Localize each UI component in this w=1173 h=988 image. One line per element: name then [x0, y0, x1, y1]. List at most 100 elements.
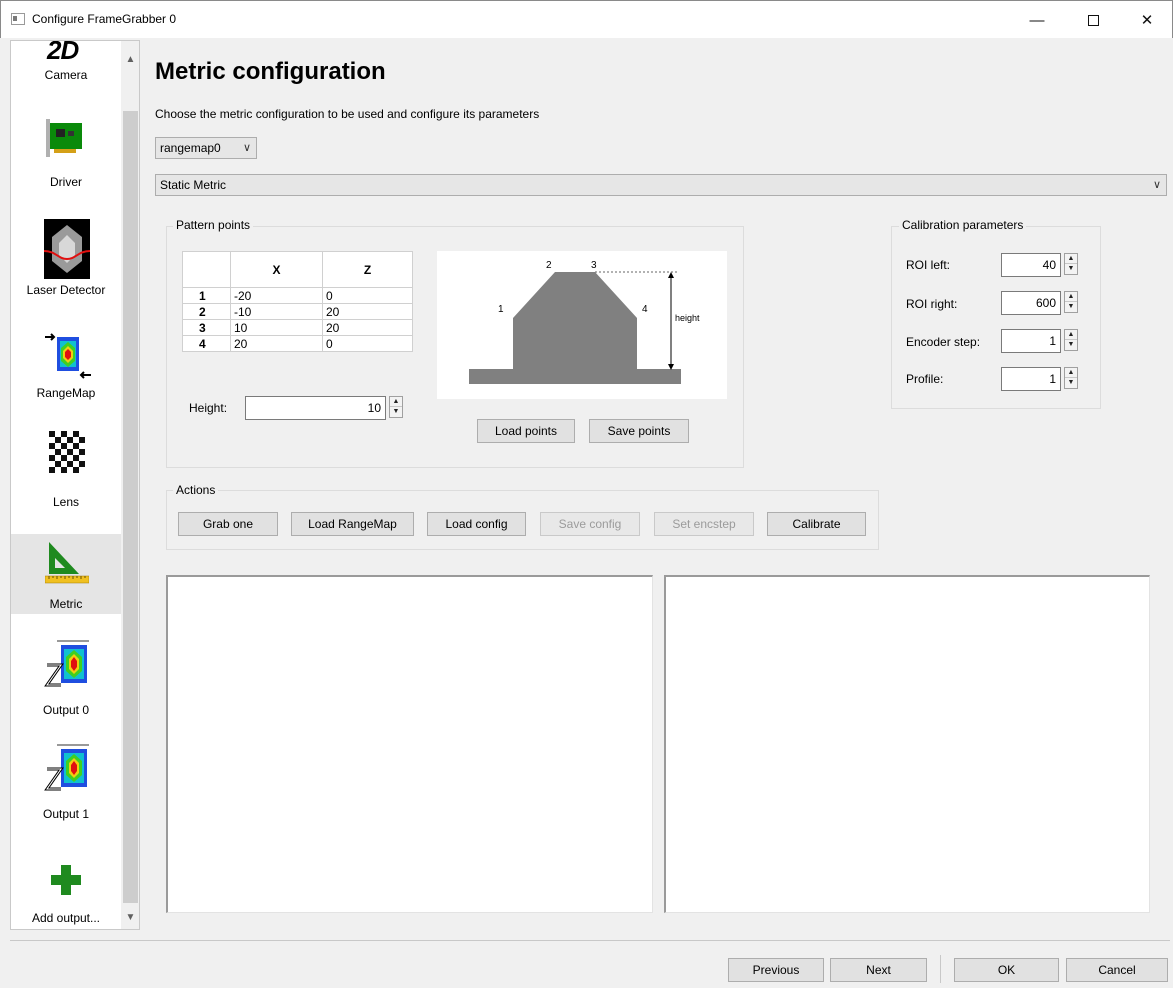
- cell-x[interactable]: 20: [230, 335, 323, 352]
- source-select[interactable]: rangemap0 ∨: [155, 137, 257, 159]
- row-header: 3: [182, 319, 231, 336]
- roi-left-label: ROI left:: [906, 258, 951, 272]
- cell-z[interactable]: 20: [322, 303, 413, 320]
- sidebar-item-label: Output 0: [42, 703, 90, 717]
- roi-right-spinner[interactable]: ▲ ▼: [1064, 291, 1078, 313]
- spin-up-icon[interactable]: ▲: [1065, 330, 1077, 340]
- calibrate-button[interactable]: Calibrate: [767, 512, 866, 536]
- maximize-button[interactable]: [1070, 1, 1116, 39]
- spin-up-icon[interactable]: ▲: [1065, 292, 1077, 302]
- sidebar-item-label: Camera: [44, 68, 88, 82]
- scroll-down-icon[interactable]: ▼: [121, 909, 139, 927]
- cell-z[interactable]: 0: [322, 335, 413, 352]
- chevron-down-icon: ∨: [1152, 179, 1161, 191]
- next-button[interactable]: Next: [830, 958, 927, 982]
- scroll-up-icon[interactable]: ▲: [121, 51, 139, 69]
- cell-z[interactable]: 20: [322, 319, 413, 336]
- minimize-button[interactable]: —: [1014, 1, 1060, 39]
- diagram-label-3: 3: [591, 260, 597, 271]
- maximize-icon: [1087, 14, 1099, 26]
- cell-z[interactable]: 0: [322, 287, 413, 304]
- spin-down-icon[interactable]: ▼: [1065, 264, 1077, 274]
- sidebar-item-label: Driver: [50, 175, 82, 189]
- sidebar-scrollbar[interactable]: ▲ ▼: [121, 41, 139, 929]
- load-config-button[interactable]: Load config: [427, 512, 526, 536]
- sidebar-item-output-1[interactable]: Output 1: [11, 735, 121, 839]
- cell-x[interactable]: -10: [230, 303, 323, 320]
- encoder-step-label: Encoder step:: [906, 335, 981, 349]
- encoder-step-input[interactable]: 1: [1001, 329, 1061, 353]
- spin-down-icon[interactable]: ▼: [1065, 340, 1077, 350]
- corner-header: [182, 251, 231, 288]
- spin-up-icon[interactable]: ▲: [1065, 368, 1077, 378]
- grab-one-button[interactable]: Grab one: [178, 512, 278, 536]
- column-header-x: X: [230, 251, 323, 288]
- sidebar-item-driver[interactable]: Driver: [11, 109, 121, 217]
- profile-label: Profile:: [906, 372, 944, 386]
- page-title: Metric configuration: [155, 58, 386, 85]
- diagram-label-2: 2: [546, 260, 552, 271]
- pattern-points-title: Pattern points: [173, 218, 254, 232]
- metric-type-value: Static Metric: [160, 178, 227, 192]
- pattern-points-table[interactable]: X Z 1 -20 0 2 -10 20 3 10 20 4 20 0: [182, 251, 413, 352]
- load-points-button[interactable]: Load points: [477, 419, 575, 443]
- spin-up-icon[interactable]: ▲: [1065, 254, 1077, 264]
- rangemap-icon: [45, 333, 91, 379]
- height-spinner[interactable]: ▲ ▼: [389, 396, 403, 418]
- sidebar-item-add-output[interactable]: Add output...: [11, 841, 121, 929]
- table-row[interactable]: 4 20 0: [182, 335, 413, 352]
- close-button[interactable]: ✕: [1124, 1, 1170, 39]
- table-row[interactable]: 1 -20 0: [182, 287, 413, 304]
- right-image-panel[interactable]: [664, 575, 1150, 913]
- title-bar: Configure FrameGrabber 0 — ✕: [0, 0, 1173, 38]
- save-points-button[interactable]: Save points: [589, 419, 689, 443]
- sidebar-item-lens[interactable]: Lens: [11, 431, 121, 536]
- roi-left-spinner[interactable]: ▲ ▼: [1064, 253, 1078, 275]
- diagram-height-label: height: [675, 313, 700, 323]
- page-subtitle: Choose the metric configuration to be us…: [155, 107, 540, 121]
- profile-input[interactable]: 1: [1001, 367, 1061, 391]
- column-header-z: Z: [322, 251, 413, 288]
- output-z-icon: [44, 640, 89, 687]
- diagram-label-1: 1: [498, 304, 504, 315]
- sidebar-item-label: RangeMap: [36, 386, 96, 400]
- cell-x[interactable]: -20: [230, 287, 323, 304]
- height-input[interactable]: 10: [245, 396, 386, 420]
- row-header: 1: [182, 287, 231, 304]
- scrollbar-thumb[interactable]: [123, 111, 138, 903]
- cell-x[interactable]: 10: [230, 319, 323, 336]
- sidebar-item-metric[interactable]: Metric: [11, 534, 121, 614]
- cancel-button[interactable]: Cancel: [1066, 958, 1168, 982]
- profile-spinner[interactable]: ▲ ▼: [1064, 367, 1078, 389]
- encoder-step-spinner[interactable]: ▲ ▼: [1064, 329, 1078, 351]
- left-image-panel[interactable]: [166, 575, 653, 913]
- sidebar-item-camera[interactable]: 2D Camera: [11, 41, 121, 109]
- sidebar-item-rangemap[interactable]: RangeMap: [11, 325, 121, 431]
- set-encstep-button[interactable]: Set encstep: [654, 512, 754, 536]
- set-square-ruler-icon: [45, 542, 89, 584]
- sidebar: 2D Camera Driver Laser Detector RangeMap…: [10, 40, 140, 930]
- previous-button[interactable]: Previous: [728, 958, 824, 982]
- row-header: 4: [182, 335, 231, 352]
- ok-button[interactable]: OK: [954, 958, 1059, 982]
- diagram-label-4: 4: [642, 304, 648, 315]
- window-title: Configure FrameGrabber 0: [32, 12, 177, 26]
- pattern-shape: [469, 272, 681, 384]
- roi-right-input[interactable]: 600: [1001, 291, 1061, 315]
- sidebar-item-output-0[interactable]: Output 0: [11, 631, 121, 735]
- spin-up-icon[interactable]: ▲: [390, 397, 402, 407]
- sidebar-item-laser-detector[interactable]: Laser Detector: [11, 217, 121, 325]
- save-config-button[interactable]: Save config: [540, 512, 640, 536]
- row-header: 2: [182, 303, 231, 320]
- table-row[interactable]: 3 10 20: [182, 319, 413, 336]
- spin-down-icon[interactable]: ▼: [1065, 378, 1077, 388]
- spin-down-icon[interactable]: ▼: [390, 407, 402, 417]
- actions-title: Actions: [173, 483, 219, 497]
- table-row[interactable]: 2 -10 20: [182, 303, 413, 320]
- green-plus-icon: [51, 865, 81, 895]
- spin-down-icon[interactable]: ▼: [1065, 302, 1077, 312]
- roi-left-input[interactable]: 40: [1001, 253, 1061, 277]
- app-window-icon: [11, 13, 25, 25]
- load-rangemap-button[interactable]: Load RangeMap: [291, 512, 414, 536]
- metric-type-select[interactable]: Static Metric ∨: [155, 174, 1167, 196]
